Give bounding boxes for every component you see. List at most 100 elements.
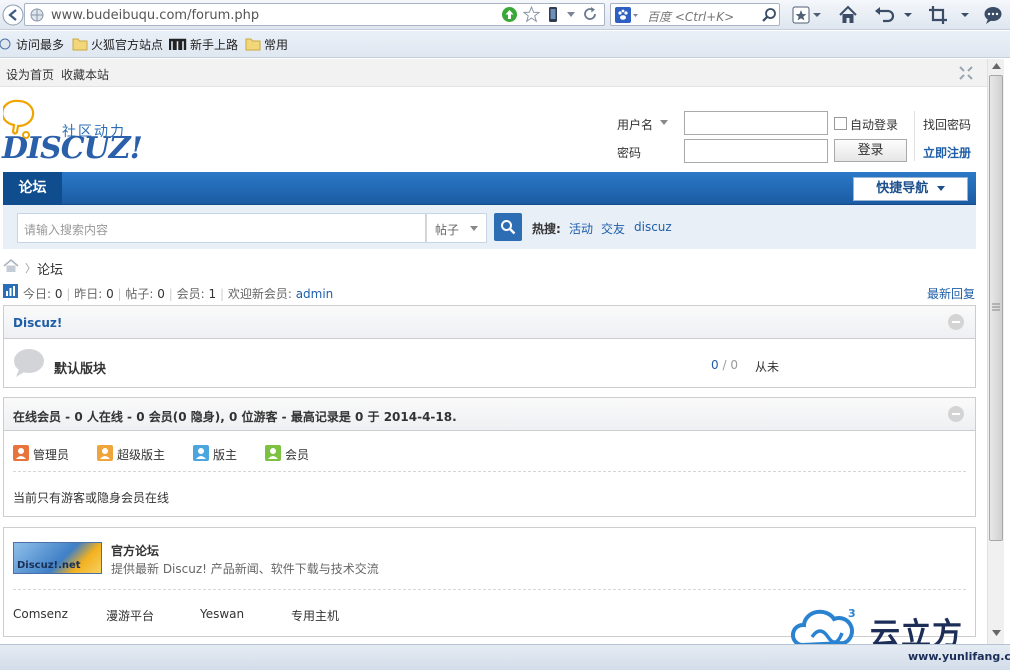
go-icon[interactable] (501, 6, 518, 23)
scroll-down-icon[interactable] (992, 630, 1001, 636)
friend-link[interactable]: 专用主机 (291, 607, 339, 624)
fullscreen-icon[interactable] (958, 65, 974, 81)
collapse-icon[interactable] (948, 314, 964, 330)
back-button[interactable] (2, 4, 24, 26)
forum-name-link[interactable]: 默认版块 (54, 358, 106, 377)
browser-toolbar: www.budeibuqu.com/forum.php 百度 <Ctrl+K> (0, 0, 1010, 30)
legend-super-moderator: 超级版主 (117, 448, 166, 462)
quick-nav-button[interactable]: 快捷导航 (853, 177, 968, 201)
scroll-up-icon[interactable] (992, 63, 1001, 69)
forum-search-button[interactable] (494, 213, 522, 241)
stats-chart-icon (3, 284, 18, 298)
add-favorite-link[interactable]: 收藏本站 (61, 66, 109, 83)
forum-search-input[interactable]: 请输入搜索内容 (17, 213, 426, 243)
yunlifang-watermark: 3 云立方 (790, 607, 980, 644)
search-type-value: 帖子 (435, 223, 460, 237)
stat-posts-value: 0 (157, 287, 165, 301)
browser-status-bar: www.yunlifang.cn (0, 644, 1010, 670)
hot-search-term[interactable]: 交友 (601, 220, 625, 237)
collapse-icon[interactable] (948, 406, 964, 422)
login-button[interactable]: 登录 (834, 139, 907, 162)
url-bar[interactable]: www.budeibuqu.com/forum.php (24, 3, 605, 26)
bookmarks-menu-icon[interactable] (792, 5, 824, 25)
bookmark-common[interactable]: 常用 (264, 36, 288, 53)
hot-search-term[interactable]: discuz (634, 220, 672, 234)
official-forum-link[interactable]: 官方论坛 (111, 542, 159, 559)
page-scrollbar[interactable] (987, 59, 1004, 644)
forum-stats: 今日: 0 | 昨日: 0 | 帖子: 0 | 会员: 1 | 欢迎新会员: a… (23, 287, 334, 301)
most-visited-icon (0, 37, 12, 51)
legend-member: 会员 (285, 448, 310, 462)
mobile-icon[interactable] (548, 6, 558, 23)
register-link[interactable]: 立即注册 (923, 144, 971, 161)
scroll-grip-icon (992, 303, 1000, 311)
legend-moderator: 版主 (213, 448, 238, 462)
admin-user-icon (13, 445, 29, 461)
moderator-icon (193, 445, 209, 461)
category-title[interactable]: Discuz! (13, 316, 62, 330)
auto-login-checkbox[interactable] (834, 117, 847, 130)
baidu-paw-icon[interactable] (615, 7, 639, 23)
undo-icon[interactable] (874, 5, 912, 25)
browser-search-box[interactable]: 百度 <Ctrl+K> (610, 3, 780, 26)
search-icon (500, 219, 516, 235)
forum-threads-count: 0 (711, 358, 719, 372)
home-icon[interactable] (838, 5, 858, 25)
nav-forum-tab[interactable]: 论坛 (3, 172, 62, 205)
stat-yesterday-label: 昨日: (74, 287, 103, 301)
find-password-link[interactable]: 找回密码 (923, 116, 971, 133)
discuz-net-banner[interactable]: Discuz!.net (13, 542, 102, 574)
friend-link[interactable]: Comsenz (13, 607, 68, 621)
online-title[interactable]: 在线会员 - 0 人在线 - 0 会员(0 隐身), 0 位游客 - 最高记录是… (13, 408, 457, 425)
username-label: 用户名 (617, 118, 654, 132)
links-divider (13, 589, 966, 590)
forum-bubble-icon (13, 348, 45, 378)
friend-link[interactable]: 漫游平台 (106, 607, 154, 624)
stat-welcome-label: 欢迎新会员: (227, 287, 292, 301)
main-nav-bar: 论坛 快捷导航 (3, 172, 976, 205)
online-members-box: 在线会员 - 0 人在线 - 0 会员(0 隐身), 0 位游客 - 最高记录是… (3, 397, 976, 517)
cloud-logo-icon (791, 609, 854, 644)
bookmarks-toolbar: 访问最多 火狐官方站点 新手上路 常用 (0, 31, 1010, 58)
username-type-dropdown-icon[interactable] (660, 120, 668, 126)
m-logo-icon (169, 37, 187, 51)
star-bookmark-icon[interactable] (523, 6, 540, 23)
friend-link[interactable]: Yeswan (200, 607, 244, 621)
search-type-select[interactable]: 帖子 (426, 213, 487, 243)
url-dropdown-icon[interactable] (566, 9, 576, 19)
folder-icon (72, 37, 88, 51)
set-homepage-link[interactable]: 设为首页 (6, 66, 54, 83)
stat-members-value: 1 (208, 287, 217, 301)
breadcrumb-home-icon[interactable] (3, 259, 19, 273)
category-header: Discuz! (4, 306, 975, 339)
watermark-badge: 3 (848, 607, 856, 620)
search-icon[interactable] (761, 7, 777, 23)
online-divider (13, 471, 966, 472)
username-input[interactable] (684, 111, 828, 135)
official-forum-description: 提供最新 Discuz! 产品新闻、软件下载与技术交流 (111, 562, 379, 576)
bookmark-most-visited[interactable]: 访问最多 (16, 36, 64, 53)
stat-members-label: 会员: (176, 287, 205, 301)
password-label: 密码 (617, 146, 642, 160)
chat-bubble-icon[interactable] (983, 5, 1003, 25)
auto-login-label[interactable]: 自动登录 (850, 116, 898, 133)
newest-member-link[interactable]: admin (296, 287, 334, 301)
reload-icon[interactable] (582, 6, 598, 22)
latest-reply-link[interactable]: 最新回复 (927, 285, 975, 302)
quick-nav-label: 快捷导航 (876, 181, 929, 196)
logo-wordmark: DISCUZ! (2, 131, 143, 166)
member-icon (265, 445, 281, 461)
forum-last-post: 从未 (755, 360, 780, 374)
top-links-bar: 设为首页 收藏本站 (0, 59, 987, 87)
bookmark-firefox-site[interactable]: 火狐官方站点 (91, 36, 163, 53)
forum-search-bar: 请输入搜索内容 帖子 热搜: 活动 交友 discuz (3, 205, 976, 249)
crop-screenshot-icon[interactable] (928, 5, 970, 25)
bookmark-getting-started[interactable]: 新手上路 (190, 36, 238, 53)
online-header: 在线会员 - 0 人在线 - 0 会员(0 隐身), 0 位游客 - 最高记录是… (4, 398, 975, 431)
online-empty-text: 当前只有游客或隐身会员在线 (13, 491, 170, 505)
password-input[interactable] (684, 139, 828, 163)
breadcrumb-current[interactable]: 论坛 (37, 259, 63, 278)
banner-text: Discuz!.net (17, 560, 81, 571)
hot-search-term[interactable]: 活动 (569, 220, 593, 237)
forum-search-placeholder: 请输入搜索内容 (24, 223, 109, 237)
